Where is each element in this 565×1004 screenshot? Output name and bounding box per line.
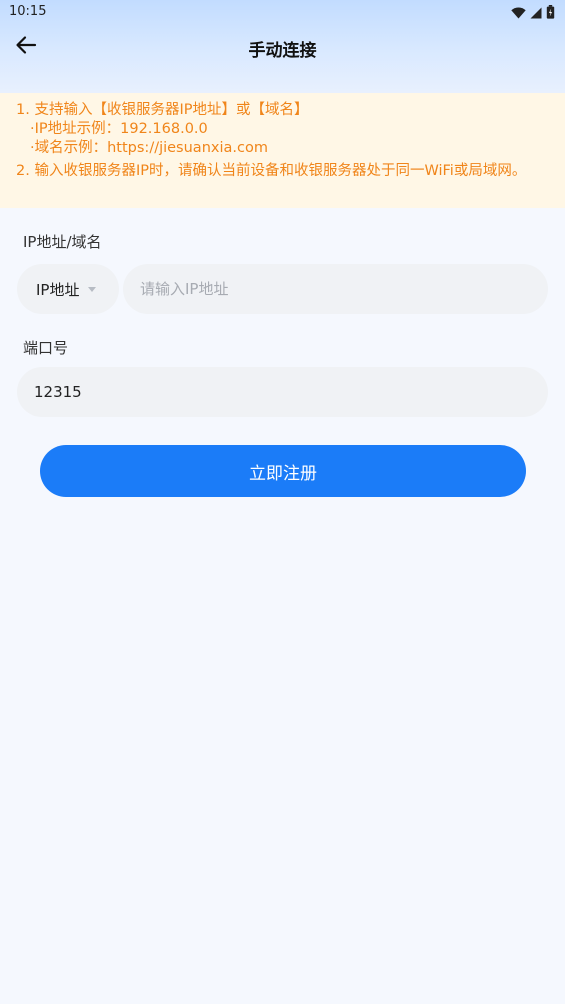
tip-item-1: 1. 支持输入【收银服务器IP地址】或【域名】	[16, 102, 309, 118]
nav-bar: 手动连接	[0, 24, 565, 70]
port-label: 端口号	[23, 339, 69, 357]
tip-example-ip: ·IP地址示例：192.168.0.0	[30, 121, 208, 137]
battery-icon	[546, 4, 555, 23]
address-type-dropdown[interactable]: IP地址	[17, 264, 119, 314]
wifi-icon	[511, 4, 526, 23]
address-type-value: IP地址	[36, 280, 80, 299]
caret-down-icon	[88, 286, 97, 292]
tip-example-domain: ·域名示例：https://jiesuanxia.com	[30, 140, 268, 156]
connection-tips: 1. 支持输入【收银服务器IP地址】或【域名】 ·IP地址示例：192.168.…	[0, 93, 565, 208]
port-input[interactable]	[17, 367, 548, 417]
status-time: 10:15	[9, 4, 47, 19]
ip-address-input[interactable]	[123, 264, 548, 314]
manual-connect-screen: 10:15 手动连接 1. 支持输入【收银服务器IP地址】或【域名】 ·IP地址…	[0, 0, 565, 1004]
page-title: 手动连接	[248, 41, 317, 61]
register-button[interactable]: 立即注册	[40, 445, 526, 497]
status-bar: 10:15	[0, 0, 565, 24]
signal-icon	[530, 4, 542, 23]
address-label: IP地址/域名	[23, 233, 102, 251]
tip-item-2: 2. 输入收银服务器IP时，请确认当前设备和收银服务器处于同一WiFi或局域网。	[16, 163, 527, 179]
status-icons	[511, 4, 555, 23]
